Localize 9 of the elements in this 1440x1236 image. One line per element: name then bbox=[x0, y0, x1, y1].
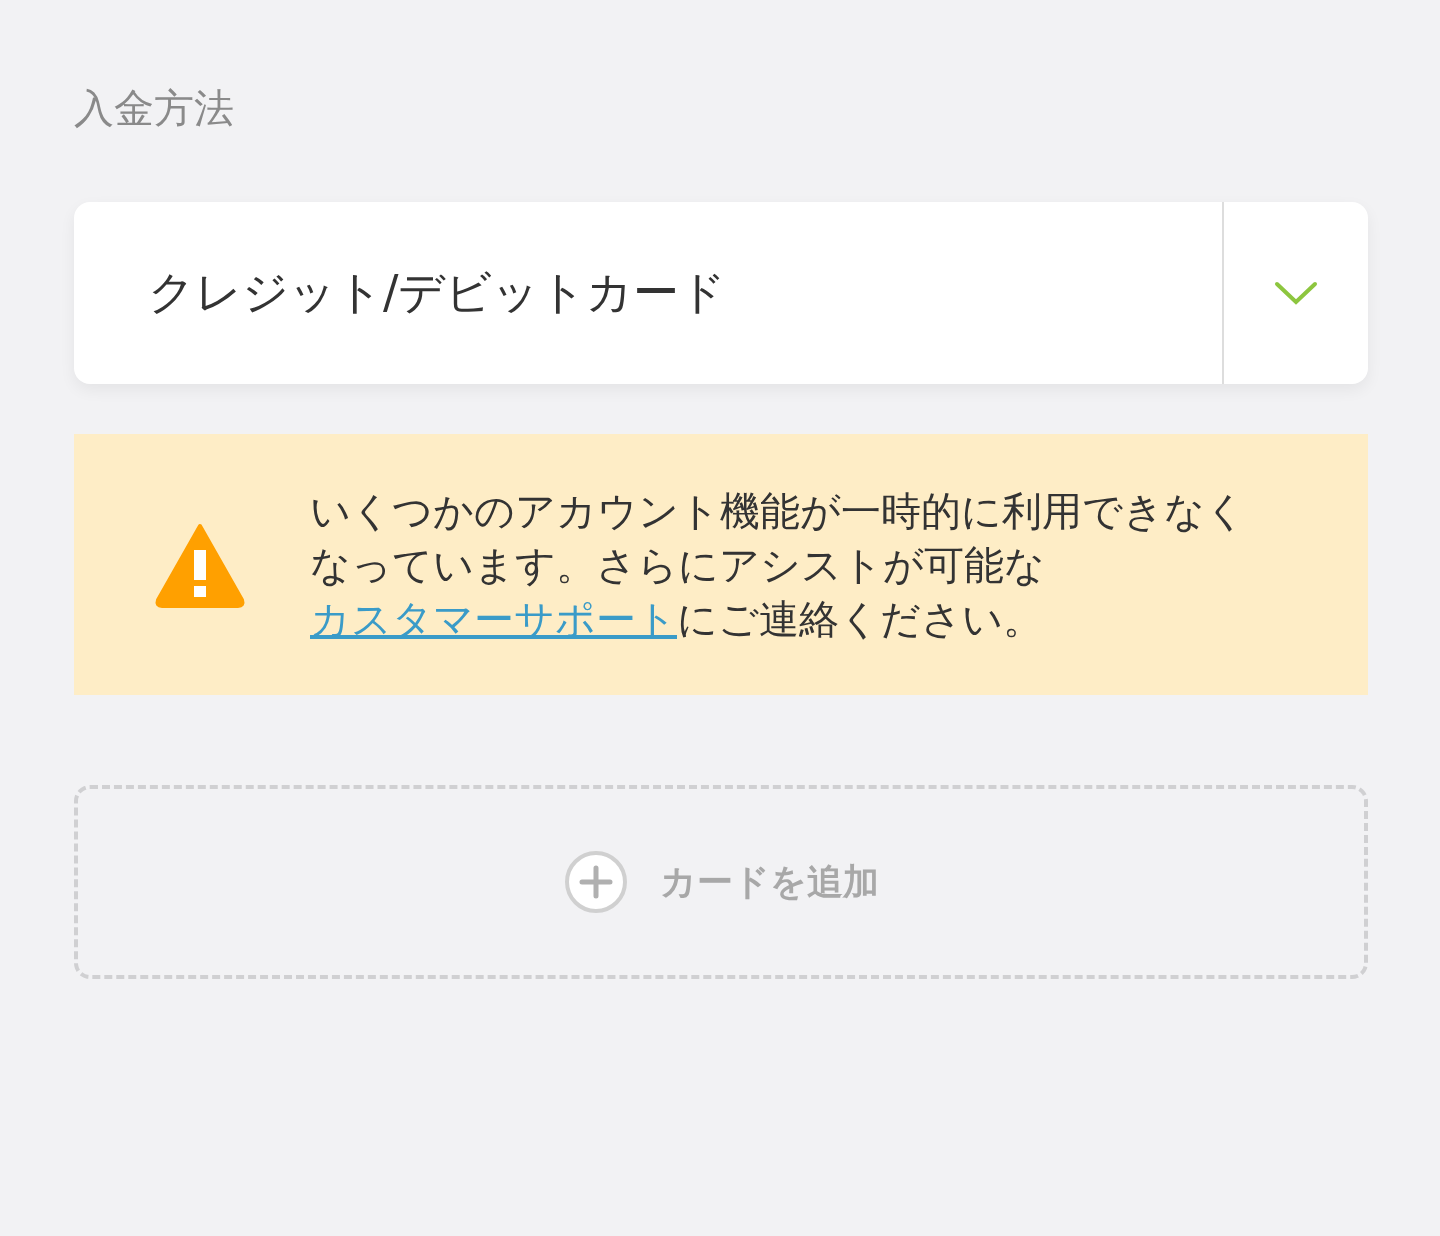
warning-icon bbox=[154, 521, 246, 608]
plus-circle-icon bbox=[563, 850, 628, 914]
payment-method-select[interactable]: クレジット/デビットカード bbox=[74, 202, 1368, 384]
chevron-down-icon bbox=[1274, 280, 1318, 306]
warning-message: いくつかのアカウント機能が一時的に利用できなくなっています。さらにアシストが可能な カスタマーサポート にご連絡ください。 bbox=[310, 486, 1247, 644]
section-label: 入金方法 bbox=[74, 84, 234, 132]
customer-support-link[interactable]: カスタマーサポート bbox=[310, 595, 677, 642]
selected-value: クレジット/デビットカード bbox=[147, 264, 728, 321]
add-card-button[interactable]: カードを追加 bbox=[74, 785, 1368, 979]
